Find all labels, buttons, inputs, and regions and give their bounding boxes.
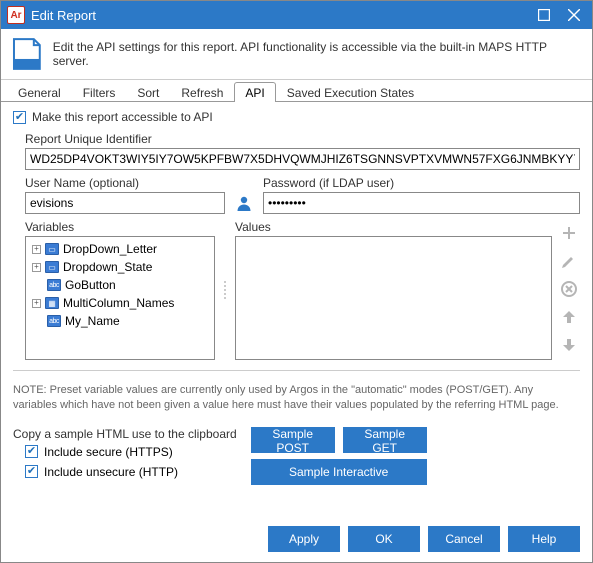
- enable-api-checkbox[interactable]: ✔: [13, 111, 26, 124]
- enable-api-label: Make this report accessible to API: [32, 110, 213, 124]
- tree-node[interactable]: + ▭ Dropdown_State: [30, 259, 210, 275]
- tab-filters[interactable]: Filters: [72, 82, 127, 102]
- var-name: DropDown_Letter: [63, 242, 157, 256]
- password-input[interactable]: [263, 192, 580, 214]
- sample-interactive-button[interactable]: Sample Interactive: [251, 459, 427, 485]
- tab-general[interactable]: General: [7, 82, 72, 102]
- banner-text: Edit the API settings for this report. A…: [53, 40, 582, 68]
- username-input[interactable]: [25, 192, 225, 214]
- expand-icon[interactable]: +: [32, 299, 41, 308]
- add-value-button[interactable]: [558, 222, 580, 244]
- ok-button[interactable]: OK: [348, 526, 420, 552]
- tab-strip: General Filters Sort Refresh API Saved E…: [1, 80, 592, 102]
- cancel-button[interactable]: Cancel: [428, 526, 500, 552]
- enable-api-row: ✔ Make this report accessible to API: [13, 110, 580, 124]
- include-http-checkbox[interactable]: ✔: [25, 465, 38, 478]
- var-name: GoButton: [65, 278, 116, 292]
- dropdown-icon: ▭: [45, 261, 59, 273]
- variables-label: Variables: [25, 220, 215, 234]
- user-icon: [235, 176, 253, 214]
- text-var-icon: abc: [47, 279, 61, 291]
- sample-get-button[interactable]: Sample GET: [343, 427, 427, 453]
- edit-report-window: Ar Edit Report Edit the API settings for…: [0, 0, 593, 563]
- delete-value-button[interactable]: [558, 278, 580, 300]
- help-button[interactable]: Help: [508, 526, 580, 552]
- tree-node[interactable]: + ▦ MultiColumn_Names: [30, 295, 210, 311]
- include-http-label: Include unsecure (HTTP): [44, 465, 178, 479]
- var-name: MultiColumn_Names: [63, 296, 174, 310]
- expand-icon[interactable]: +: [32, 245, 41, 254]
- tree-node[interactable]: abc My_Name: [30, 313, 210, 329]
- tree-node[interactable]: + ▭ DropDown_Letter: [30, 241, 210, 257]
- banner: Edit the API settings for this report. A…: [1, 29, 592, 80]
- ruid-input[interactable]: [25, 148, 580, 170]
- apply-button[interactable]: Apply: [268, 526, 340, 552]
- tree-node[interactable]: abc GoButton: [30, 277, 210, 293]
- api-pane: ✔ Make this report accessible to API Rep…: [1, 102, 592, 516]
- report-icon: [11, 37, 45, 71]
- splitter-grip[interactable]: [221, 220, 229, 360]
- move-up-button[interactable]: [558, 306, 580, 328]
- include-http-row: ✔ Include unsecure (HTTP): [25, 465, 237, 479]
- app-icon: Ar: [7, 6, 25, 24]
- tab-api[interactable]: API: [234, 82, 275, 102]
- text-var-icon: abc: [47, 315, 61, 327]
- maximize-icon[interactable]: [538, 9, 550, 21]
- note-text: NOTE: Preset variable values are current…: [13, 383, 580, 413]
- window-title: Edit Report: [31, 8, 538, 23]
- var-name: Dropdown_State: [63, 260, 152, 274]
- dropdown-icon: ▭: [45, 243, 59, 255]
- values-label: Values: [235, 220, 552, 234]
- var-name: My_Name: [65, 314, 120, 328]
- dialog-footer: Apply OK Cancel Help: [1, 516, 592, 562]
- variables-tree[interactable]: + ▭ DropDown_Letter + ▭ Dropdown_State abc Go…: [25, 236, 215, 360]
- multicol-icon: ▦: [45, 297, 59, 309]
- close-icon[interactable]: [568, 9, 580, 21]
- edit-value-button[interactable]: [558, 250, 580, 272]
- values-list[interactable]: [235, 236, 552, 360]
- include-https-checkbox[interactable]: ✔: [25, 445, 38, 458]
- tab-saved-execution-states[interactable]: Saved Execution States: [276, 82, 425, 102]
- value-side-buttons: [558, 220, 580, 360]
- password-label: Password (if LDAP user): [263, 176, 580, 190]
- expand-icon[interactable]: +: [32, 263, 41, 272]
- ruid-label: Report Unique Identifier: [25, 132, 580, 146]
- tab-refresh[interactable]: Refresh: [170, 82, 234, 102]
- titlebar: Ar Edit Report: [1, 1, 592, 29]
- copy-sample-label: Copy a sample HTML use to the clipboard: [13, 427, 237, 441]
- include-https-row: ✔ Include secure (HTTPS): [25, 445, 237, 459]
- move-down-button[interactable]: [558, 334, 580, 356]
- tab-sort[interactable]: Sort: [126, 82, 170, 102]
- include-https-label: Include secure (HTTPS): [44, 445, 173, 459]
- username-label: User Name (optional): [25, 176, 225, 190]
- sample-post-button[interactable]: Sample POST: [251, 427, 335, 453]
